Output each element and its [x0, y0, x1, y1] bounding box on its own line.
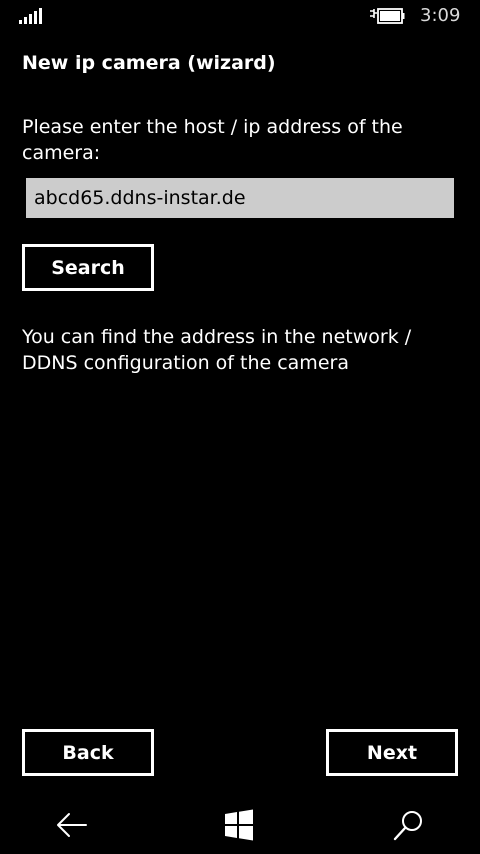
search-button[interactable]: Search	[22, 244, 154, 291]
next-button[interactable]: Next	[326, 729, 458, 776]
page-title: New ip camera (wizard)	[22, 52, 276, 74]
battery-charging-icon	[370, 8, 405, 24]
navigation-bar	[0, 796, 480, 854]
help-text: You can find the address in the network …	[22, 326, 412, 374]
back-arrow-icon[interactable]	[54, 810, 90, 840]
back-button[interactable]: Back	[22, 729, 154, 776]
windows-start-icon[interactable]	[223, 809, 255, 841]
status-clock: 3:09	[420, 5, 461, 26]
status-bar: 3:09	[0, 0, 480, 32]
host-address-input[interactable]	[26, 178, 454, 218]
host-prompt-label: Please enter the host / ip address of th…	[22, 116, 403, 164]
signal-bars-icon	[19, 8, 42, 24]
search-icon[interactable]	[390, 809, 426, 843]
